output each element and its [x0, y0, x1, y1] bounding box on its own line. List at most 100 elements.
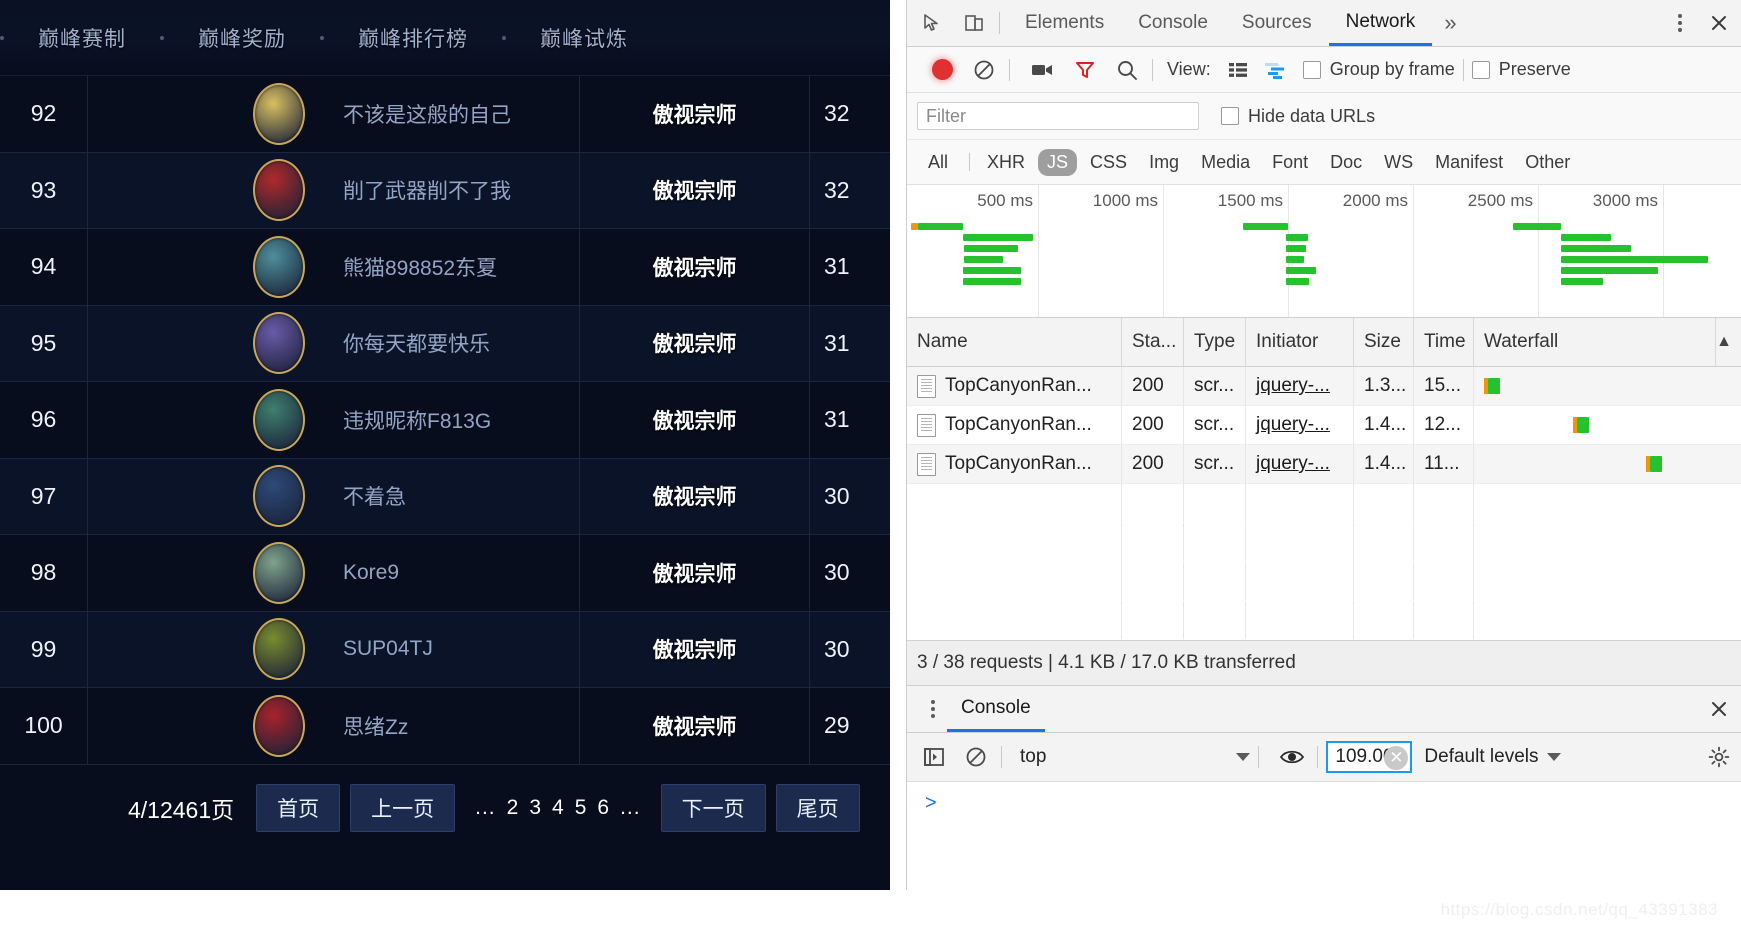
devtools-panel: Elements Console Sources Network » View:…: [906, 0, 1741, 932]
search-icon[interactable]: [1110, 53, 1144, 87]
waterfall-view-icon[interactable]: [1259, 53, 1293, 87]
request-initiator-cell[interactable]: jquery-...: [1246, 406, 1354, 444]
type-filter-manifest[interactable]: Manifest: [1426, 149, 1512, 176]
table-row[interactable]: 98 Kore9 傲视宗师 30: [0, 534, 890, 612]
pagination-page-2[interactable]: 2: [507, 796, 519, 820]
type-filter-img[interactable]: Img: [1140, 149, 1188, 176]
column-header-waterfall[interactable]: Waterfall: [1474, 318, 1717, 366]
device-toolbar-icon[interactable]: [957, 6, 991, 40]
console-clear-icon[interactable]: [959, 740, 993, 774]
clear-button[interactable]: [967, 53, 1001, 87]
overview-tick-label: 1000 ms: [1092, 191, 1158, 210]
column-header-size[interactable]: Size: [1354, 318, 1414, 366]
avatar: [253, 618, 305, 681]
hide-data-urls-checkbox[interactable]: [1221, 107, 1239, 125]
console-filter-input[interactable]: 109.00 ✕: [1326, 741, 1413, 773]
tab-sources[interactable]: Sources: [1225, 0, 1329, 46]
nav-item-leaderboard[interactable]: 巅峰排行榜: [324, 23, 502, 53]
column-header-name[interactable]: Name: [907, 318, 1122, 366]
pagination-prev-button[interactable]: 上一页: [350, 783, 456, 832]
table-row[interactable]: TopCanyonRan... 200 scr... jquery-... 1.4...…: [907, 445, 1741, 484]
network-overview-timeline[interactable]: 500 ms 1000 ms 1500 ms 2000 ms 2500 ms 3000 m…: [907, 185, 1741, 318]
inspect-element-icon[interactable]: [915, 6, 949, 40]
tier-cell: 傲视宗师: [580, 687, 810, 764]
pagination-page-4[interactable]: 4: [552, 796, 564, 820]
pagination-page-3[interactable]: 3: [529, 796, 541, 820]
column-header-sta[interactable]: Sta...: [1122, 318, 1184, 366]
drawer-close-icon[interactable]: [1702, 692, 1736, 726]
live-expression-eye-icon[interactable]: [1275, 740, 1309, 774]
table-row[interactable]: TopCanyonRan... 200 scr... jquery-... 1.4...…: [907, 406, 1741, 445]
type-filter-font[interactable]: Font: [1263, 149, 1317, 176]
capture-screenshots-icon[interactable]: [1026, 53, 1060, 87]
pagination-next-button[interactable]: 下一页: [660, 783, 766, 832]
log-levels-selector[interactable]: Default levels: [1424, 746, 1538, 768]
console-settings-area: [1694, 740, 1741, 774]
player-name: SUP04TJ: [343, 637, 433, 661]
drawer-menu-icon[interactable]: [919, 700, 947, 718]
request-initiator-cell[interactable]: jquery-...: [1246, 445, 1354, 483]
table-row[interactable]: 95 你每天都要快乐 傲视宗师 31: [0, 305, 890, 382]
type-filter-media[interactable]: Media: [1192, 149, 1259, 176]
empty-cell: [1246, 562, 1354, 600]
group-by-frame-checkbox[interactable]: [1302, 60, 1321, 79]
table-row[interactable]: TopCanyonRan... 200 scr... jquery-... 1.3...…: [907, 367, 1741, 406]
drawer-tab-console[interactable]: Console: [947, 686, 1045, 732]
type-filter-doc[interactable]: Doc: [1321, 149, 1371, 176]
type-filter-divider: [969, 153, 971, 171]
levels-chevron-down-icon[interactable]: [1547, 753, 1562, 761]
table-row[interactable]: 100 思绪Zz 傲视宗师 29: [0, 687, 890, 765]
sort-ascending-icon[interactable]: ▲: [1716, 333, 1741, 351]
nav-item-trial[interactable]: 巅峰试炼: [506, 23, 662, 53]
nav-item-rules[interactable]: 巅峰赛制: [4, 23, 160, 53]
gear-icon[interactable]: [1702, 740, 1736, 774]
type-filter-css[interactable]: CSS: [1081, 149, 1136, 176]
filter-funnel-icon[interactable]: [1068, 53, 1102, 87]
column-header-type[interactable]: Type: [1184, 318, 1246, 366]
table-row[interactable]: 97 不着急 傲视宗师 30: [0, 458, 890, 535]
overview-request-bar: [963, 234, 1033, 241]
player-name: 违规昵称F813G: [343, 409, 492, 433]
request-name-cell[interactable]: TopCanyonRan...: [907, 406, 1122, 444]
rank-cell: 100: [0, 687, 88, 764]
preserve-log-checkbox[interactable]: [1471, 60, 1490, 79]
empty-cell: [1122, 601, 1184, 639]
filter-input[interactable]: Filter: [917, 102, 1199, 130]
tab-console[interactable]: Console: [1121, 0, 1225, 46]
console-context-selector[interactable]: top: [1020, 746, 1046, 768]
table-row[interactable]: 99 SUP04TJ 傲视宗师 30: [0, 611, 890, 688]
pagination-last-button[interactable]: 尾页: [775, 783, 860, 832]
record-button[interactable]: [925, 53, 959, 87]
column-header-time[interactable]: Time: [1414, 318, 1474, 366]
clear-filter-icon[interactable]: ✕: [1384, 746, 1409, 770]
tab-network[interactable]: Network: [1328, 0, 1433, 46]
chevron-down-icon[interactable]: [1236, 753, 1251, 761]
pagination-page-6[interactable]: 6: [597, 796, 609, 820]
request-status-cell: 200: [1122, 406, 1184, 444]
request-initiator-cell[interactable]: jquery-...: [1246, 367, 1354, 405]
pagination-first-button[interactable]: 首页: [256, 783, 341, 832]
request-name-cell[interactable]: TopCanyonRan...: [907, 367, 1122, 405]
request-time-cell: 12...: [1414, 406, 1474, 444]
table-row[interactable]: 96 违规昵称F813G 傲视宗师 31: [0, 381, 890, 459]
type-filter-ws[interactable]: WS: [1375, 149, 1422, 176]
column-header-initiator[interactable]: Initiator: [1246, 318, 1354, 366]
console-output[interactable]: > https://blog.csdn.net/qq_43391383: [907, 782, 1741, 932]
nav-item-rewards[interactable]: 巅峰奖励: [164, 23, 320, 53]
pagination-page-5[interactable]: 5: [575, 796, 587, 820]
tab-elements[interactable]: Elements: [1008, 0, 1121, 46]
request-name-cell[interactable]: TopCanyonRan...: [907, 445, 1122, 483]
type-filter-all[interactable]: All: [919, 149, 957, 176]
more-tabs-icon[interactable]: »: [1432, 10, 1468, 36]
table-row[interactable]: 94 熊猫898852东夏 傲视宗师 31: [0, 228, 890, 306]
overview-request-bar: [1285, 234, 1308, 241]
table-row[interactable]: 93 削了武器削不了我 傲视宗师 32: [0, 152, 890, 229]
close-icon[interactable]: [1702, 6, 1736, 40]
type-filter-xhr[interactable]: XHR: [978, 149, 1034, 176]
console-sidebar-icon[interactable]: [917, 740, 951, 774]
table-row[interactable]: 92 不该是这般的自己 傲视宗师 32: [0, 75, 890, 153]
type-filter-js[interactable]: JS: [1038, 148, 1078, 176]
list-view-icon[interactable]: [1221, 53, 1255, 87]
type-filter-other[interactable]: Other: [1516, 149, 1579, 176]
devtools-menu-icon[interactable]: [1666, 14, 1694, 32]
